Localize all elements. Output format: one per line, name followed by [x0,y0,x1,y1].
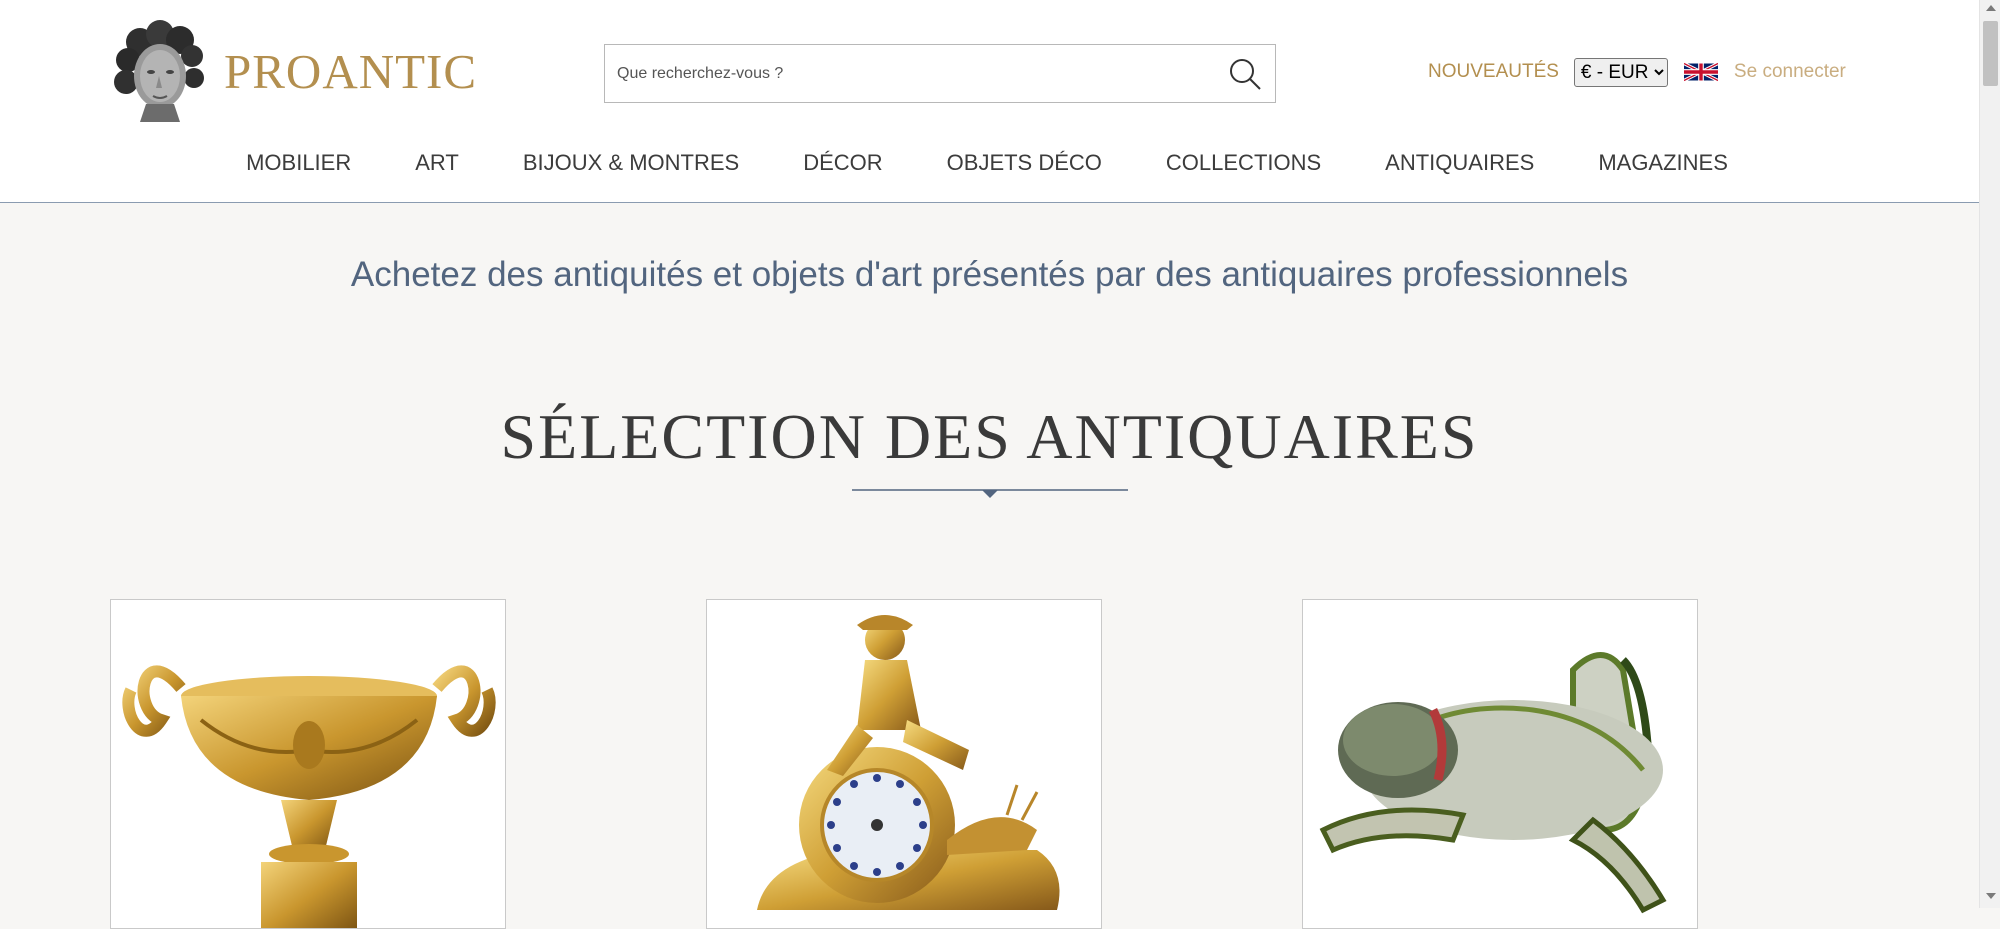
nav-item-magazines[interactable]: MAGAZINES [1598,150,1728,176]
nav-item-decor[interactable]: DÉCOR [803,150,882,176]
bust-logo-icon [114,20,204,122]
search-bar [604,44,1276,103]
nav-item-antiquaires[interactable]: ANTIQUAIRES [1385,150,1534,176]
nav-item-art[interactable]: ART [415,150,459,176]
search-button[interactable] [1215,45,1275,102]
brand-name[interactable]: PROANTIC [224,43,477,100]
login-link[interactable]: Se connecter [1734,61,1846,83]
section-title: SÉLECTION DES ANTIQUAIRES [500,401,1479,472]
header-utilities: NOUVEAUTÉS € - EUR Se connecter [1428,56,1846,88]
site-header: PROANTIC NOUVEAUTÉS € - EUR Se connecter… [0,0,1979,203]
nav-item-collections[interactable]: COLLECTIONS [1166,150,1321,176]
main-nav: MOBILIER ART BIJOUX & MONTRES DÉCOR OBJE… [0,143,1979,183]
nav-item-mobilier[interactable]: MOBILIER [246,150,351,176]
scroll-up-arrow-icon[interactable] [1986,5,1996,11]
scroll-down-arrow-icon[interactable] [1986,893,1996,899]
currency-select[interactable]: € - EUR [1573,57,1668,87]
product-card[interactable] [706,599,1102,929]
search-input[interactable] [605,45,1215,102]
logo[interactable]: PROANTIC [110,20,477,122]
scrollbar-thumb[interactable] [1983,21,1998,86]
tagline: Achetez des antiquités et objets d'art p… [350,255,1629,294]
painted-frog-sculpture-image [1319,652,1667,914]
product-card[interactable] [110,599,506,929]
uk-flag-icon[interactable] [1683,60,1718,84]
search-icon [1230,58,1261,90]
gilt-bronze-urn-image [122,665,496,928]
gilt-bronze-clock-image [757,615,1060,910]
product-card[interactable] [1302,599,1698,929]
nav-item-objets-deco[interactable]: OBJETS DÉCO [947,150,1102,176]
nav-item-bijoux-montres[interactable]: BIJOUX & MONTRES [523,150,739,176]
title-divider [852,489,1128,498]
vertical-scrollbar[interactable] [1979,0,2000,908]
nouveautes-link[interactable]: NOUVEAUTÉS [1428,61,1559,83]
